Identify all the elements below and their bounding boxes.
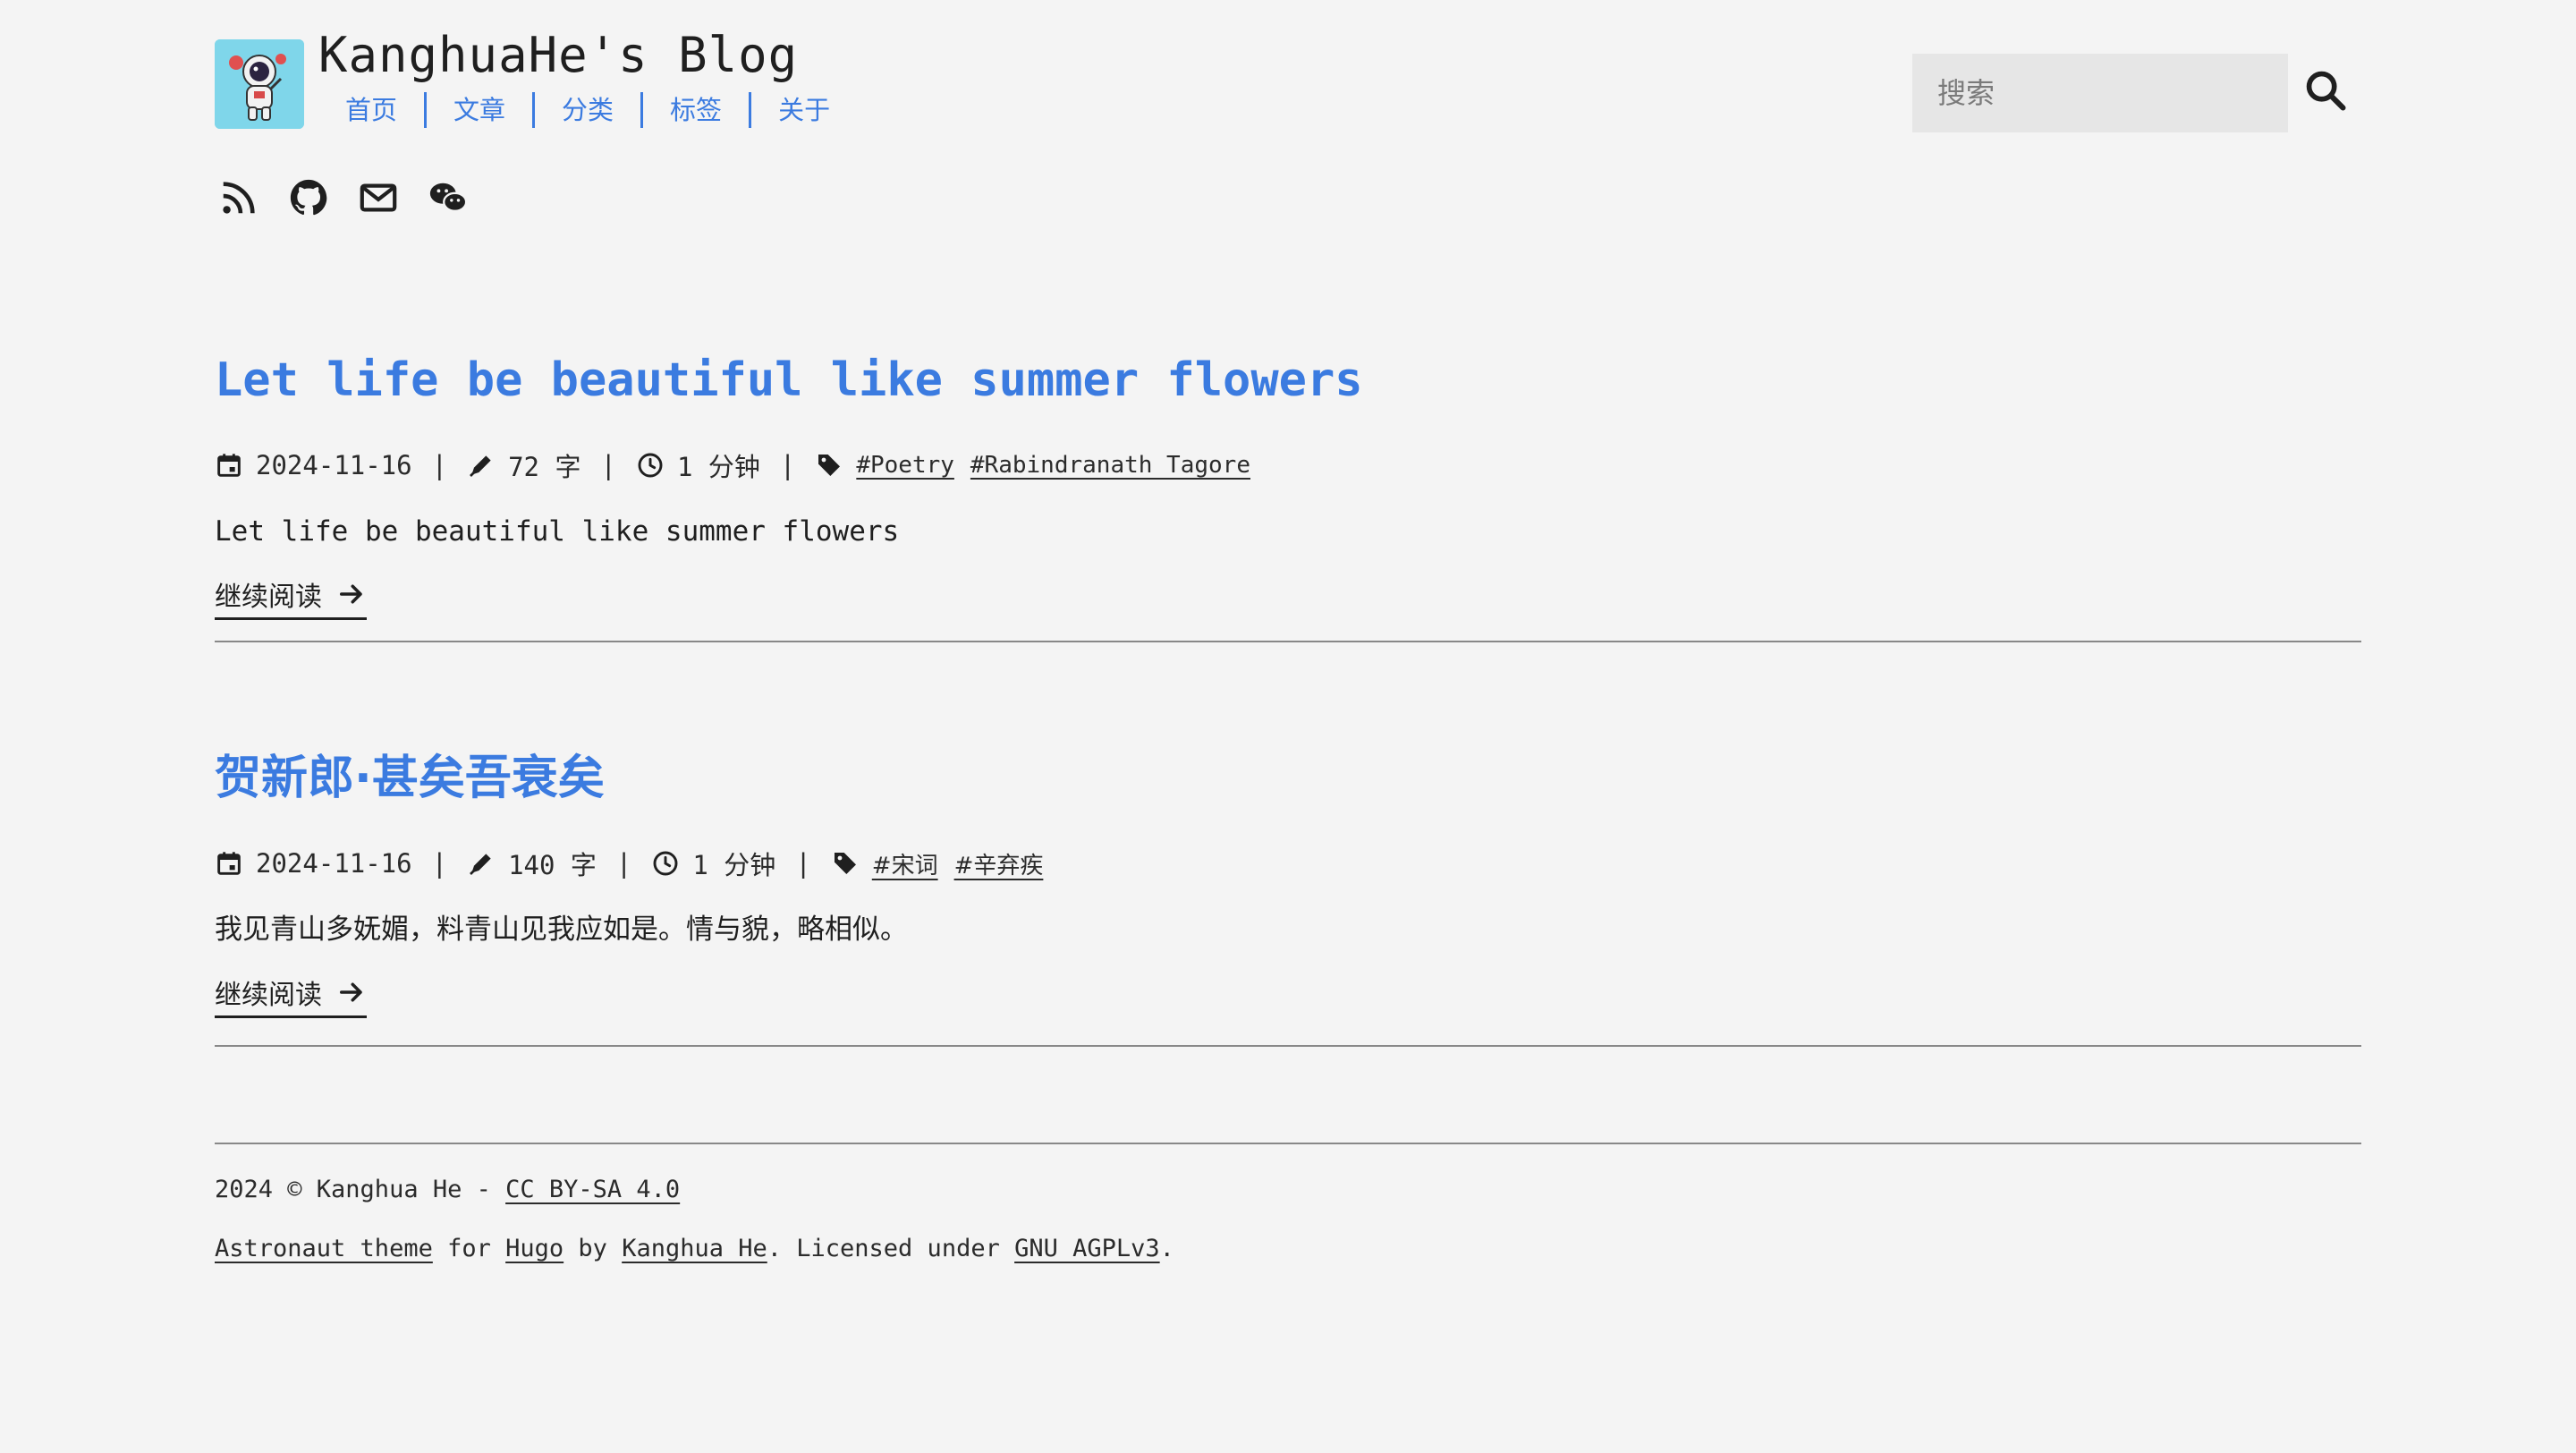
post-meta: 2024-11-16 | 72 字 | 1 分钟 | #Poetry #Rabi… bbox=[215, 447, 2361, 483]
arrow-right-icon bbox=[340, 982, 362, 1002]
read-more-label: 继续阅读 bbox=[215, 582, 322, 613]
post-read-time: 1 分钟 bbox=[676, 452, 760, 482]
social-links bbox=[218, 177, 469, 218]
post-summary: 我见青山多妩媚，料青山见我应如是。情与貌，略相似。 bbox=[215, 913, 908, 946]
footer-copyright-line: 2024 © Kanghua He - CC BY-SA 4.0 bbox=[215, 1172, 1174, 1208]
page: KanghuaHe's Blog 首页 文章 分类 标签 关于 搜索 Let l… bbox=[0, 0, 2576, 1453]
nav-item-about[interactable]: 关于 bbox=[749, 92, 857, 128]
nav-item-posts[interactable]: 文章 bbox=[424, 92, 532, 128]
post-word-count: 72 字 bbox=[508, 452, 581, 482]
arrow-right-icon bbox=[340, 584, 362, 604]
tag-icon bbox=[818, 455, 841, 476]
tag-icon bbox=[834, 853, 856, 874]
main-nav: 首页 文章 分类 标签 关于 bbox=[318, 91, 857, 129]
post-date: 2024-11-16 bbox=[256, 450, 412, 480]
read-more-link[interactable]: 继续阅读 bbox=[215, 574, 367, 620]
post-tag[interactable]: #Poetry bbox=[856, 452, 954, 479]
site-footer: 2024 © Kanghua He - CC BY-SA 4.0 Astrona… bbox=[215, 1172, 1174, 1267]
post-tag[interactable]: #辛弃疾 bbox=[954, 847, 1044, 880]
github-icon bbox=[290, 179, 327, 216]
post-meta: 2024-11-16 | 140 字 | 1 分钟 | #宋词 #辛弃疾 bbox=[215, 845, 2361, 881]
mail-link[interactable] bbox=[358, 177, 399, 218]
post-tag[interactable]: #宋词 bbox=[872, 847, 938, 880]
post-divider bbox=[215, 1045, 2361, 1047]
search-button[interactable] bbox=[2301, 66, 2351, 116]
hugo-link[interactable]: Hugo bbox=[505, 1235, 564, 1262]
wechat-icon bbox=[429, 183, 468, 212]
post-tag[interactable]: #Rabindranath Tagore bbox=[970, 452, 1250, 479]
post-summary: Let life be beautiful like summer flower… bbox=[215, 515, 900, 548]
read-more-link[interactable]: 继续阅读 bbox=[215, 973, 367, 1018]
search-input[interactable] bbox=[1912, 54, 2288, 132]
footer-text: . bbox=[1159, 1235, 1174, 1262]
rss-link[interactable] bbox=[218, 177, 259, 218]
agpl-link[interactable]: GNU AGPLv3 bbox=[1014, 1235, 1160, 1262]
search-icon bbox=[2306, 71, 2346, 111]
pen-icon bbox=[470, 854, 491, 875]
nav-item-home[interactable]: 首页 bbox=[318, 92, 424, 128]
license-link[interactable]: CC BY-SA 4.0 bbox=[505, 1176, 680, 1203]
site-title[interactable]: KanghuaHe's Blog bbox=[318, 27, 798, 84]
post-title[interactable]: Let life be beautiful like summer flower… bbox=[215, 349, 2361, 412]
post-card: Let life be beautiful like summer flower… bbox=[215, 349, 2361, 620]
post-card: 贺新郎·甚矣吾衰矣 2024-11-16 | 140 字 | 1 分钟 | #宋… bbox=[215, 747, 2361, 1018]
post-date: 2024-11-16 bbox=[256, 848, 412, 879]
footer-text: . Licensed under bbox=[767, 1235, 1015, 1262]
github-link[interactable] bbox=[288, 177, 329, 218]
astronaut-logo-icon bbox=[215, 39, 304, 129]
post-divider bbox=[215, 641, 2361, 642]
footer-divider bbox=[215, 1143, 2361, 1144]
footer-text: by bbox=[564, 1235, 623, 1262]
post-title[interactable]: 贺新郎·甚矣吾衰矣 bbox=[215, 747, 2361, 810]
wechat-link[interactable] bbox=[428, 177, 469, 218]
read-more-label: 继续阅读 bbox=[215, 980, 322, 1011]
calendar-icon bbox=[217, 852, 241, 875]
calendar-icon bbox=[217, 454, 241, 477]
rss-icon bbox=[223, 182, 255, 214]
site-logo[interactable] bbox=[215, 39, 304, 129]
clock-icon bbox=[653, 851, 678, 876]
nav-item-tags[interactable]: 标签 bbox=[640, 92, 749, 128]
theme-link[interactable]: Astronaut theme bbox=[215, 1235, 433, 1262]
footer-text: for bbox=[432, 1235, 506, 1262]
mail-icon bbox=[360, 183, 397, 212]
clock-icon bbox=[638, 453, 663, 478]
post-word-count: 140 字 bbox=[508, 850, 597, 880]
pen-icon bbox=[470, 455, 491, 477]
post-read-time: 1 分钟 bbox=[692, 850, 776, 880]
footer-copyright: 2024 © Kanghua He - bbox=[215, 1176, 506, 1203]
footer-credits-line: Astronaut theme for Hugo by Kanghua He. … bbox=[215, 1231, 1174, 1267]
nav-item-categories[interactable]: 分类 bbox=[532, 92, 640, 128]
author-link[interactable]: Kanghua He bbox=[622, 1235, 767, 1262]
